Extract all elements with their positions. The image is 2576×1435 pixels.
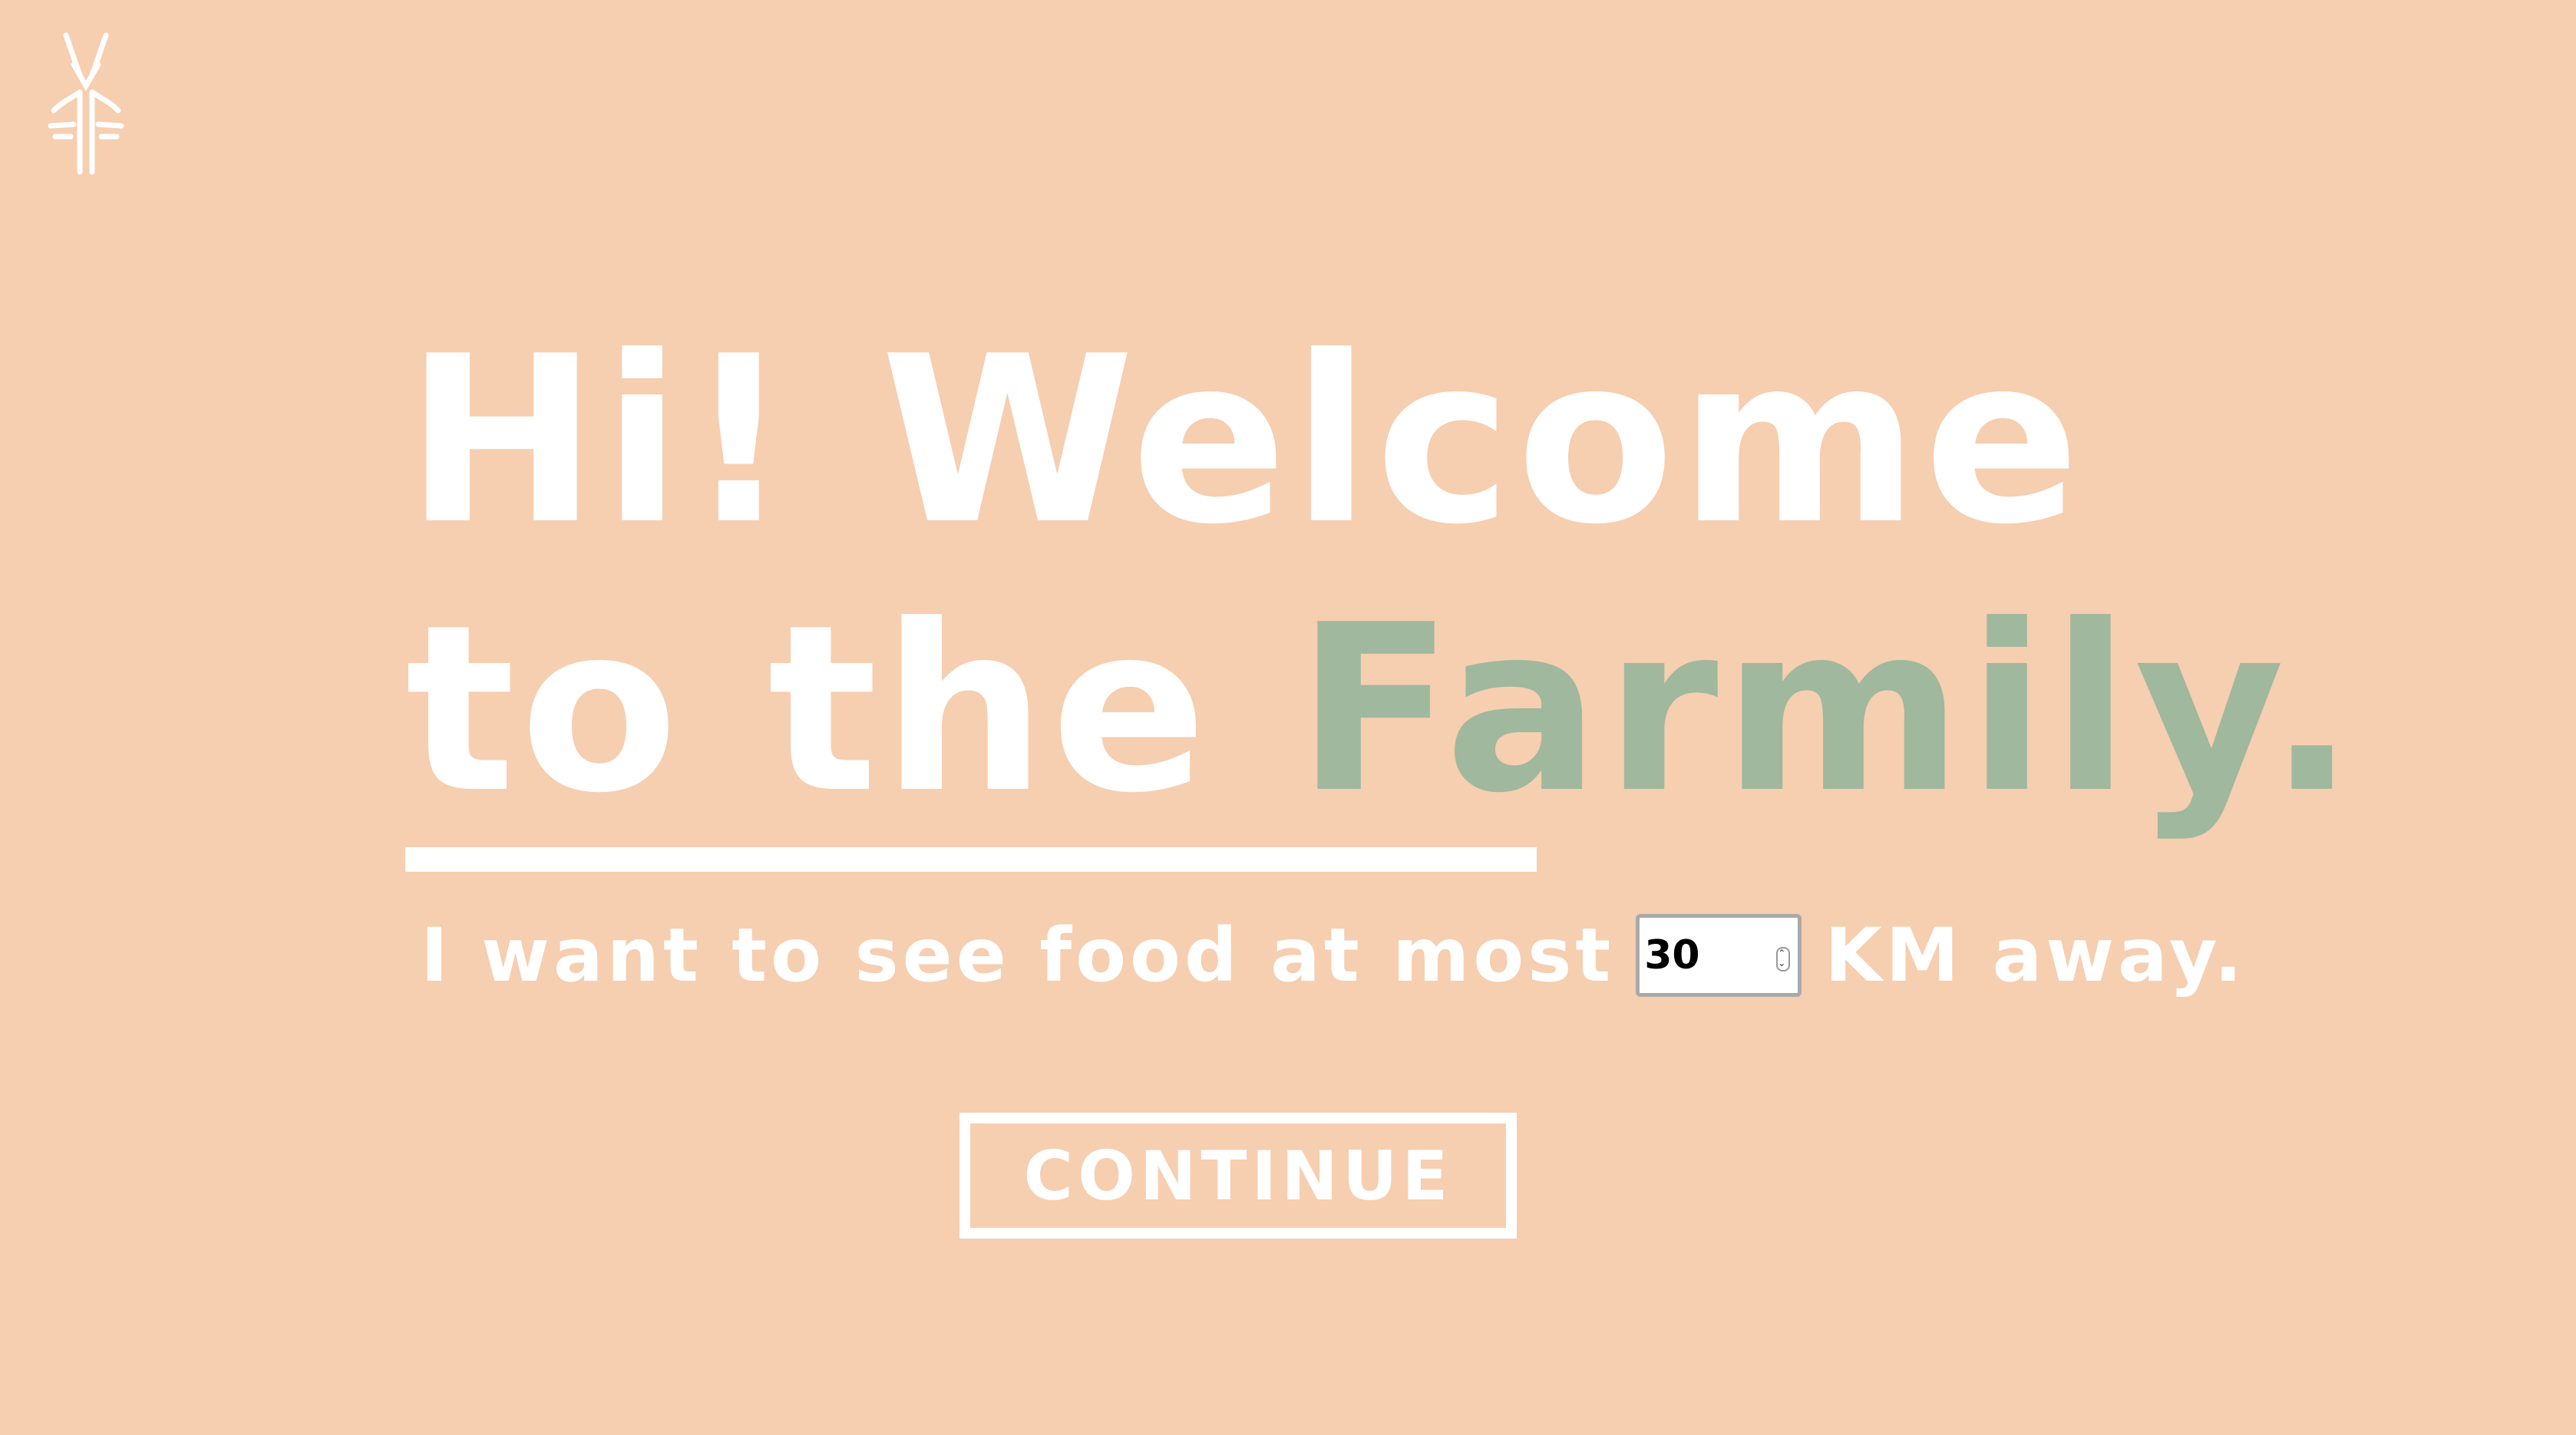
- distance-suffix-text: KM away.: [1825, 912, 2247, 998]
- welcome-headline: Hi! Welcome to the Farmily.: [405, 307, 2360, 844]
- headline-underline-divider: [405, 847, 1537, 872]
- distance-preference-sentence: I want to see food at most ⌃⌄ KM away.: [421, 898, 2246, 1013]
- headline-line-1: Hi! Welcome: [405, 307, 2085, 575]
- distance-km-input[interactable]: [1640, 921, 1760, 990]
- headline-line-2: to the Farmily.: [405, 576, 2360, 844]
- number-spinner-icon[interactable]: ⌃ ⌄: [1776, 947, 1791, 972]
- continue-button[interactable]: CONTINUE: [959, 1113, 1517, 1239]
- headline-prefix: to the: [405, 576, 1296, 843]
- distance-prefix-text: I want to see food at most: [421, 912, 1615, 998]
- distance-input-wrapper: ⌃⌄: [1636, 914, 1802, 997]
- headline-brand-accent: Farmily.: [1296, 576, 2360, 843]
- farmily-logo-icon: [48, 31, 124, 176]
- welcome-page: Hi! Welcome to the Farmily. I want to se…: [0, 0, 2576, 1435]
